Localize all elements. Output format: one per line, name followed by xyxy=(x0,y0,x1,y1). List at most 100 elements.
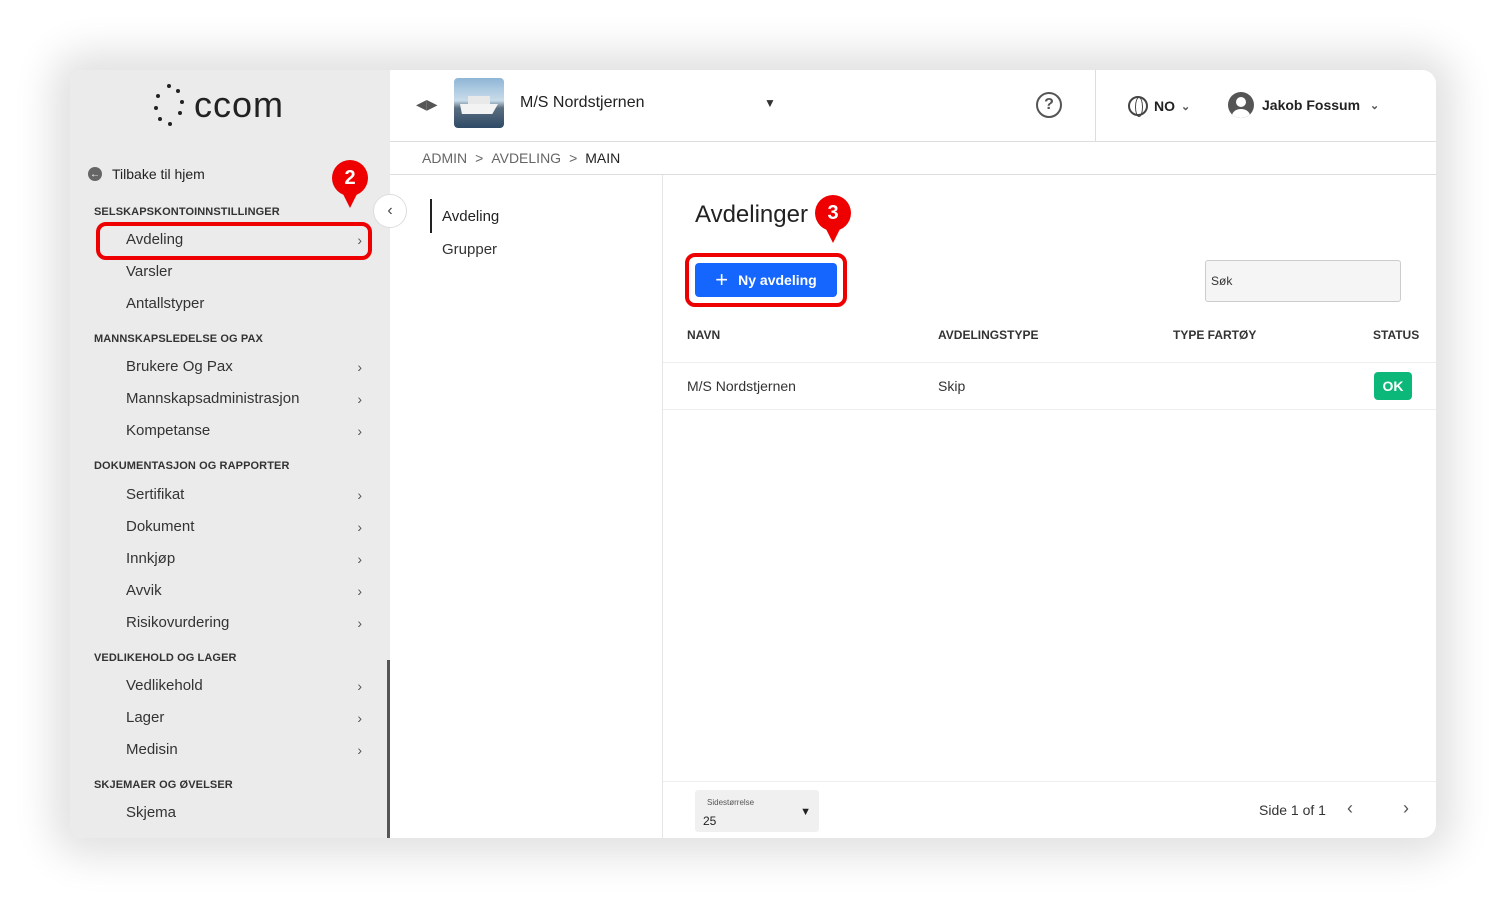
highlight-box-avdeling xyxy=(96,222,372,260)
language-label: NO xyxy=(1154,98,1175,114)
chevron-right-icon: › xyxy=(357,550,362,567)
column-header-status[interactable]: STATUS xyxy=(1373,328,1419,342)
collapse-sidebar-button[interactable]: ‹ xyxy=(373,194,407,228)
breadcrumb-avdeling[interactable]: AVDELING xyxy=(491,150,561,166)
chevron-right-icon: › xyxy=(357,358,362,375)
page-size-value: 25 xyxy=(703,814,717,828)
sidebar-item-label: Medisin xyxy=(126,741,178,758)
vessel-selector-label[interactable]: M/S Nordstjernen xyxy=(520,94,645,112)
sidebar-item-kompetanse[interactable]: Kompetanse › xyxy=(126,422,362,439)
breadcrumb-main: MAIN xyxy=(585,150,621,166)
cell-avdelingstype: Skip xyxy=(938,378,966,394)
sidebar-item-label: Innkjøp xyxy=(126,550,176,567)
breadcrumb-separator: > xyxy=(475,150,484,166)
arrow-left-icon: ← xyxy=(88,167,102,181)
chevron-right-icon: › xyxy=(357,614,362,631)
chevron-right-icon: › xyxy=(357,709,362,726)
new-department-label: Ny avdeling xyxy=(738,272,817,288)
next-page-button[interactable]: › xyxy=(1403,798,1409,819)
help-icon[interactable]: ? xyxy=(1036,92,1062,118)
column-header-avdelingstype[interactable]: AVDELINGSTYPE xyxy=(938,328,1038,342)
chevron-down-icon: ⌄ xyxy=(1181,100,1191,113)
sidebar-item-label: Skjema xyxy=(126,804,177,821)
sidebar-item-label: Dokument xyxy=(126,518,195,535)
sub-navigation: Avdeling Grupper xyxy=(390,175,662,838)
column-header-type-fartoy[interactable]: TYPE FARTØY xyxy=(1173,328,1256,342)
status-badge: OK xyxy=(1374,372,1412,400)
sidebar-item-label: Mannskapsadministrasjon xyxy=(126,390,300,407)
logo-text: ccom xyxy=(194,84,285,125)
sidebar-item-sertifikat[interactable]: Sertifikat › xyxy=(126,486,362,503)
sidebar-item-dokument[interactable]: Dokument › xyxy=(126,518,362,535)
breadcrumb-separator: > xyxy=(569,150,578,166)
sidebar-item-antallstyper[interactable]: Antallstyper xyxy=(126,295,362,312)
user-name: Jakob Fossum xyxy=(1262,97,1361,113)
sidebar-item-risikovurdering[interactable]: Risikovurdering › xyxy=(126,614,362,631)
section-title: SELSKAPSKONTOINNSTILLINGER xyxy=(94,206,280,218)
subnav-item-grupper[interactable]: Grupper xyxy=(442,241,497,258)
cell-navn: M/S Nordstjernen xyxy=(687,378,796,394)
table-footer: Sidestørrelse 25 ▼ Side 1 of 1 ‹ › xyxy=(663,781,1436,838)
chevron-down-icon: ⌄ xyxy=(1370,99,1380,112)
new-department-button[interactable]: + Ny avdeling xyxy=(695,263,837,297)
subnav-item-avdeling[interactable]: Avdeling xyxy=(430,199,499,233)
sidebar-item-label: Risikovurdering xyxy=(126,614,230,631)
sidebar-item-label: Vedlikehold xyxy=(126,677,203,694)
table-row[interactable]: M/S Nordstjernen Skip OK xyxy=(663,362,1436,410)
chevron-left-icon: ‹ xyxy=(387,202,393,219)
sidebar-item-avvik[interactable]: Avvik › xyxy=(126,582,362,599)
avatar-icon xyxy=(1228,92,1254,118)
step-marker-3: 3 xyxy=(815,195,851,243)
chevron-right-icon: › xyxy=(357,582,362,599)
sidebar-item-mannskapsadministrasjon[interactable]: Mannskapsadministrasjon › xyxy=(126,390,362,407)
step-marker-2: 2 xyxy=(332,160,368,208)
chevron-right-icon: › xyxy=(357,390,362,407)
sidebar-item-medisin[interactable]: Medisin › xyxy=(126,741,362,758)
page-info: Side 1 of 1 xyxy=(1259,802,1326,818)
sidebar-item-brukere[interactable]: Brukere Og Pax › xyxy=(126,358,362,375)
page-size-label: Sidestørrelse xyxy=(707,798,755,807)
sidebar-item-label: Antallstyper xyxy=(126,295,205,312)
globe-icon xyxy=(1128,96,1148,117)
sidebar-item-label: Lager xyxy=(126,709,165,726)
sidebar-item-label: Avvik xyxy=(126,582,162,599)
main-content: Avdelinger + Ny avdeling 3 Søk NAVN AVDE… xyxy=(662,175,1436,838)
language-selector[interactable]: NO ⌄ xyxy=(1128,96,1191,117)
section-title: DOKUMENTASJON OG RAPPORTER xyxy=(94,460,290,472)
caret-down-icon: ▼ xyxy=(800,806,811,818)
sidebar: ccom ← Tilbake til hjem SELSKAPSKONTOINN… xyxy=(70,70,390,838)
sidebar-item-label: Kompetanse xyxy=(126,422,211,439)
back-label: Tilbake til hjem xyxy=(112,166,205,182)
section-title: MANNSKAPSLEDELSE OG PAX xyxy=(94,333,263,345)
page-size-select[interactable]: Sidestørrelse 25 ▼ xyxy=(695,790,819,832)
chevron-right-icon: › xyxy=(357,741,362,758)
chevron-right-icon: › xyxy=(357,518,362,535)
sidebar-item-label: Brukere Og Pax xyxy=(126,358,233,375)
search-input[interactable]: Søk xyxy=(1205,260,1401,302)
chevron-right-icon: › xyxy=(357,486,362,503)
breadcrumb-admin[interactable]: ADMIN xyxy=(422,150,467,166)
previous-page-button[interactable]: ‹ xyxy=(1347,798,1353,819)
expand-arrows-icon[interactable]: ◀▶ xyxy=(416,96,438,113)
plus-icon: + xyxy=(715,267,729,292)
ccom-logo[interactable]: ccom xyxy=(152,80,312,130)
sidebar-item-lager[interactable]: Lager › xyxy=(126,709,362,726)
back-to-home-link[interactable]: ← Tilbake til hjem xyxy=(88,166,205,182)
vessel-thumbnail xyxy=(454,78,504,128)
logo-dots-icon xyxy=(152,82,186,128)
section-title: VEDLIKEHOLD OG LAGER xyxy=(94,652,237,664)
sidebar-item-varsler[interactable]: Varsler xyxy=(126,263,362,280)
sidebar-item-innkjop[interactable]: Innkjøp › xyxy=(126,550,362,567)
user-menu[interactable]: Jakob Fossum ⌄ xyxy=(1228,92,1379,118)
sidebar-item-vedlikehold[interactable]: Vedlikehold › xyxy=(126,677,362,694)
breadcrumb: ADMIN > AVDELING > MAIN xyxy=(390,142,1436,175)
sidebar-item-label: Varsler xyxy=(126,263,173,280)
sidebar-item-label: Sertifikat xyxy=(126,486,185,503)
chevron-right-icon: › xyxy=(357,422,362,439)
top-bar: ◀▶ M/S Nordstjernen ▼ ? NO ⌄ Jakob Fossu… xyxy=(390,70,1436,142)
page-title: Avdelinger xyxy=(695,201,808,228)
sidebar-item-skjema[interactable]: Skjema xyxy=(126,804,362,821)
column-header-navn[interactable]: NAVN xyxy=(687,328,720,342)
caret-down-icon[interactable]: ▼ xyxy=(764,96,776,110)
section-title: SKJEMAER OG ØVELSER xyxy=(94,779,233,791)
